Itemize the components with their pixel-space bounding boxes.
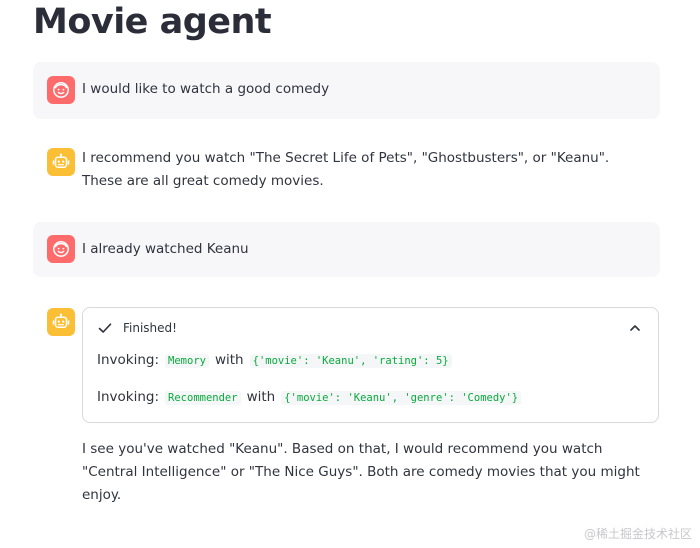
- smiling-face-icon: [53, 82, 69, 98]
- step-prefix: Invoking:: [97, 389, 160, 405]
- message-text: I already watched Keanu: [82, 241, 249, 257]
- page-title: Movie agent: [33, 2, 272, 42]
- status-label: Finished!: [123, 321, 177, 335]
- tool-step: Invoking: Recommender with {'movie': 'Ke…: [97, 389, 522, 405]
- tool-name: Memory: [165, 354, 209, 368]
- message-text: I see you've watched "Keanu". Based on t…: [82, 441, 640, 503]
- smiling-face-icon: [53, 241, 69, 257]
- tool-status-expander[interactable]: Finished! Invoking: Memory with {'movie'…: [82, 307, 659, 423]
- step-prefix: Invoking:: [97, 352, 160, 368]
- robot-icon: [52, 313, 70, 328]
- chat-message-user: I would like to watch a good comedy: [33, 62, 660, 119]
- user-avatar-icon: [47, 76, 75, 104]
- robot-icon: [52, 153, 70, 168]
- tool-name: Recommender: [165, 391, 241, 405]
- tool-args: {'movie': 'Keanu', 'genre': 'Comedy'}: [281, 391, 522, 405]
- message-text: I would like to watch a good comedy: [82, 81, 330, 97]
- watermark: @稀土掘金技术社区: [583, 527, 692, 541]
- chat-message-user: I already watched Keanu: [33, 222, 660, 277]
- user-avatar-icon: [47, 235, 75, 263]
- message-text: I recommend you watch "The Secret Life o…: [82, 150, 610, 189]
- tool-step: Invoking: Memory with {'movie': 'Keanu',…: [97, 352, 452, 368]
- chat-message-assistant: I recommend you watch "The Secret Life o…: [33, 132, 660, 204]
- assistant-avatar-icon: [47, 308, 75, 336]
- step-with: with: [246, 389, 276, 405]
- check-icon: [98, 323, 112, 333]
- chevron-up-icon[interactable]: [628, 321, 642, 335]
- status-header[interactable]: Finished!: [97, 320, 177, 336]
- tool-args: {'movie': 'Keanu', 'rating': 5}: [249, 354, 452, 368]
- step-with: with: [214, 352, 244, 368]
- assistant-avatar-icon: [47, 148, 75, 176]
